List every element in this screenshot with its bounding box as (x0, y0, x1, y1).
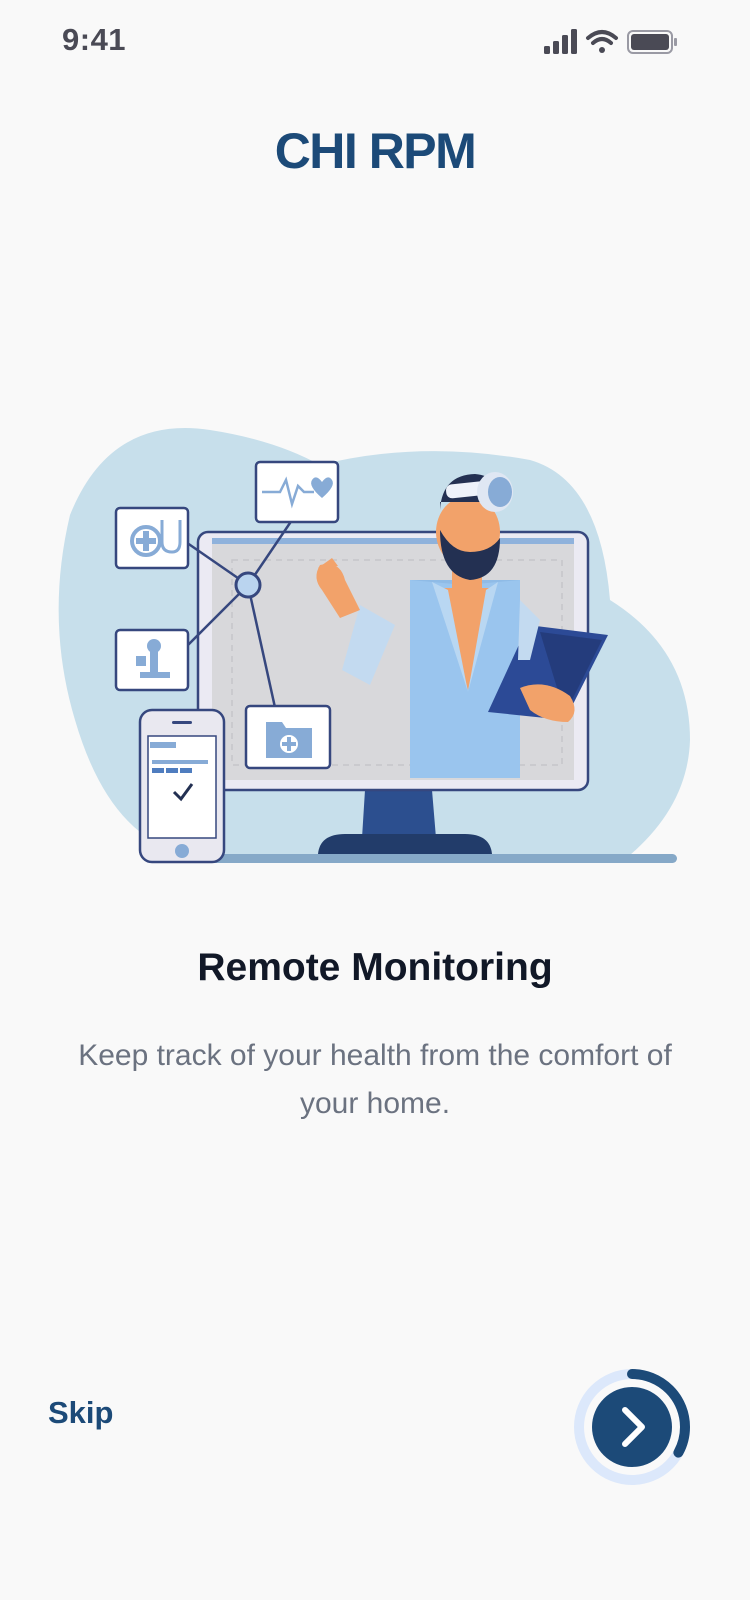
phone-icon (138, 708, 226, 864)
app-title: CHI RPM (274, 123, 477, 179)
floor-line (205, 854, 677, 863)
microscope-card-icon (114, 628, 190, 692)
network-node (234, 571, 262, 599)
heartbeat-card-icon (254, 460, 340, 524)
slide-description: Keep track of your health from the comfo… (78, 1039, 672, 1120)
battery-icon (627, 30, 677, 54)
monitor-stand (362, 790, 436, 838)
skip-button[interactable]: Skip (48, 1395, 113, 1431)
status-icons (544, 28, 684, 56)
stethoscope-card-icon (114, 506, 190, 570)
wifi-icon (586, 30, 618, 53)
status-time: 9:41 (62, 22, 127, 57)
slide-title: Remote Monitoring (197, 946, 553, 989)
status-bar: 9:41 (0, 0, 750, 90)
cellular-signal-icon (544, 29, 577, 54)
medical-folder-card-icon (244, 704, 332, 770)
next-button[interactable] (570, 1365, 694, 1489)
next-button-circle (592, 1387, 672, 1467)
onboarding-illustration (0, 420, 750, 900)
